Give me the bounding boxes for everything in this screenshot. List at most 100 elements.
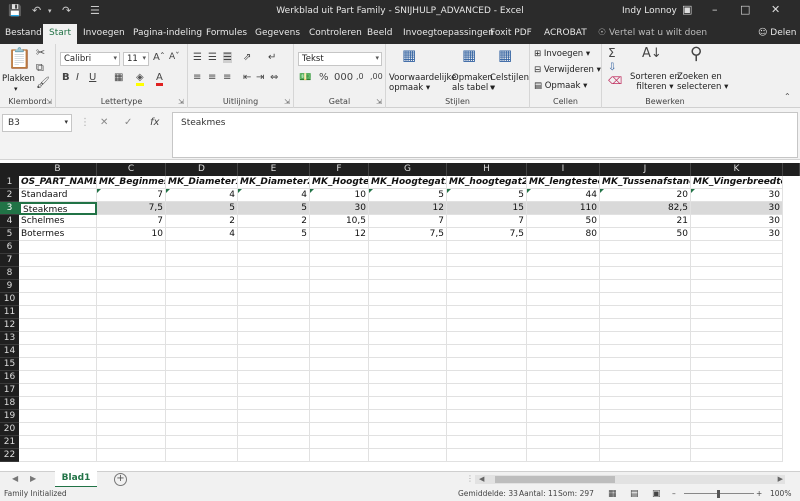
table-cell[interactable] (19, 254, 97, 267)
table-cell[interactable]: 30 (691, 189, 783, 202)
table-cell[interactable] (691, 449, 783, 462)
table-cell[interactable]: 10 (310, 189, 369, 202)
table-cell[interactable] (166, 293, 238, 306)
table-cell[interactable] (166, 449, 238, 462)
table-cell[interactable] (238, 384, 310, 397)
scroll-right-icon[interactable]: ▶ (778, 475, 783, 483)
shrink-font-icon[interactable]: Aˇ (169, 52, 180, 62)
align-left-icon[interactable]: ≡ (193, 72, 201, 83)
font-launcher-icon[interactable]: ⇲ (178, 98, 184, 106)
spreadsheet-grid[interactable]: B C D E F G H I J K 1 OS_PART_NAME MK_Beginmes MK_Dia… (0, 163, 800, 471)
table-cell[interactable]: 50 (600, 228, 691, 241)
font-name-select[interactable]: Calibri ▾ (60, 52, 120, 66)
zoom-level[interactable]: 100% (770, 487, 791, 501)
table-cell[interactable] (166, 254, 238, 267)
table-cell[interactable] (691, 241, 783, 254)
align-top-icon[interactable]: ☰ (193, 52, 202, 63)
clear-icon[interactable]: ⌫ (608, 76, 622, 87)
table-cell[interactable] (527, 371, 600, 384)
tab-gegevens[interactable]: Gegevens (255, 28, 300, 38)
table-cell[interactable] (447, 267, 527, 280)
table-cell[interactable] (97, 345, 166, 358)
table-cell[interactable] (19, 410, 97, 423)
table-cell[interactable] (166, 423, 238, 436)
row-header[interactable]: 12 (0, 319, 19, 332)
find-select-button[interactable]: Zoeken en selecteren ▾ (677, 72, 728, 92)
row-header[interactable]: 22 (0, 449, 19, 462)
table-cell[interactable] (527, 436, 600, 449)
table-cell[interactable] (600, 241, 691, 254)
column-header-b[interactable]: B (19, 163, 97, 176)
table-cell[interactable] (600, 306, 691, 319)
table-cell[interactable] (600, 423, 691, 436)
paste-icon[interactable]: 📋 (7, 46, 32, 70)
confirm-entry-icon[interactable]: ✓ (124, 117, 132, 128)
font-size-select[interactable]: 11 ▾ (123, 52, 149, 66)
tab-bestand[interactable]: Bestand (5, 28, 42, 38)
tab-invoegen[interactable]: Invoegen (83, 28, 125, 38)
row-header[interactable]: 7 (0, 254, 19, 267)
table-cell[interactable] (691, 293, 783, 306)
autosum-icon[interactable]: Σ (608, 46, 616, 60)
accounting-format-icon[interactable]: 💵 (299, 72, 311, 83)
table-cell[interactable] (238, 332, 310, 345)
table-cell[interactable]: 10,5 (310, 215, 369, 228)
collapse-ribbon-icon[interactable]: ⌃ (784, 92, 791, 101)
share-button[interactable]: ☺ Delen (758, 28, 796, 38)
table-cell[interactable] (369, 358, 447, 371)
table-cell[interactable] (97, 371, 166, 384)
table-cell[interactable] (691, 397, 783, 410)
table-cell[interactable] (97, 397, 166, 410)
table-cell[interactable] (97, 254, 166, 267)
table-cell[interactable] (310, 254, 369, 267)
table-cell[interactable] (447, 423, 527, 436)
table-cell[interactable] (447, 241, 527, 254)
table-cell[interactable] (527, 319, 600, 332)
table-cell[interactable] (600, 345, 691, 358)
table-cell[interactable] (527, 384, 600, 397)
formula-input[interactable]: Steakmes (172, 112, 798, 158)
table-cell[interactable] (310, 345, 369, 358)
borders-icon[interactable]: ▦ (114, 72, 123, 83)
table-cell[interactable] (527, 306, 600, 319)
insert-cells-button[interactable]: ⊞ Invoegen ▾ (534, 49, 590, 59)
table-cell[interactable] (369, 293, 447, 306)
row-header[interactable]: 20 (0, 423, 19, 436)
table-cell[interactable] (527, 397, 600, 410)
table-cell[interactable] (238, 358, 310, 371)
table-cell[interactable] (691, 423, 783, 436)
row-header[interactable]: 6 (0, 241, 19, 254)
maximize-icon[interactable]: □ (740, 3, 750, 16)
row-header[interactable]: 10 (0, 293, 19, 306)
table-cell[interactable]: 44 (527, 189, 600, 202)
tab-acrobat[interactable]: ACROBAT (544, 28, 587, 38)
table-cell[interactable] (600, 384, 691, 397)
row-header[interactable]: 19 (0, 410, 19, 423)
table-cell[interactable] (369, 280, 447, 293)
row-header[interactable]: 2 (0, 189, 19, 202)
column-header-d[interactable]: D (166, 163, 238, 176)
table-cell[interactable] (447, 410, 527, 423)
table-cell[interactable] (310, 241, 369, 254)
table-cell[interactable] (600, 319, 691, 332)
row-header[interactable]: 17 (0, 384, 19, 397)
column-header-g[interactable]: G (369, 163, 447, 176)
fill-color-icon[interactable]: ◈ (136, 72, 144, 86)
table-cell[interactable] (238, 371, 310, 384)
table-cell[interactable]: MK_Hoogte (310, 176, 369, 189)
table-cell[interactable]: Schelmes (19, 215, 97, 228)
table-cell[interactable] (600, 280, 691, 293)
table-cell[interactable] (447, 397, 527, 410)
table-cell[interactable] (369, 254, 447, 267)
table-cell[interactable] (238, 280, 310, 293)
table-cell[interactable]: 4 (238, 189, 310, 202)
bold-icon[interactable]: B (62, 72, 70, 83)
table-cell[interactable] (238, 267, 310, 280)
table-cell[interactable] (527, 267, 600, 280)
table-cell[interactable] (527, 423, 600, 436)
table-cell[interactable] (166, 397, 238, 410)
table-cell[interactable] (19, 436, 97, 449)
table-cell[interactable] (691, 254, 783, 267)
number-launcher-icon[interactable]: ⇲ (376, 98, 382, 106)
grow-font-icon[interactable]: Aˆ (153, 52, 165, 63)
